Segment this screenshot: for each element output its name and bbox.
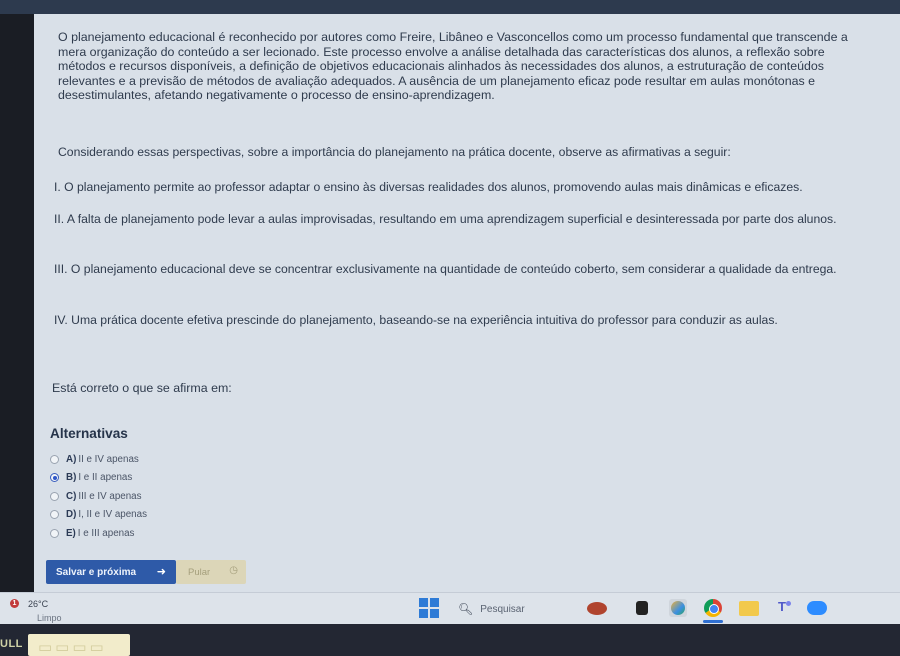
bezel-label: ULL xyxy=(0,638,23,650)
skip-button[interactable]: Pular ◷ xyxy=(176,560,246,584)
monitor-bottom-bezel xyxy=(0,624,900,656)
weather-temperature: 26°C xyxy=(28,599,49,609)
radio-button[interactable] xyxy=(50,510,59,520)
radio-button-selected[interactable] xyxy=(50,473,59,483)
weather-description: Limpo xyxy=(37,613,62,623)
monitor-top-bezel xyxy=(0,0,900,14)
radio-button[interactable] xyxy=(50,528,59,538)
alternatives-title: Alternativas xyxy=(50,426,128,441)
option-c[interactable]: C) III e IV apenas xyxy=(50,487,147,506)
weather-widget[interactable]: 1 26°C Limpo xyxy=(10,597,90,623)
widget-icon[interactable] xyxy=(585,599,619,617)
skip-label: Pular xyxy=(188,566,211,578)
save-next-label: Salvar e próxima xyxy=(56,566,137,578)
clock-icon: ◷ xyxy=(229,565,238,576)
statement-1: I. O planejamento permite ao professor a… xyxy=(54,180,803,194)
photos-icon[interactable] xyxy=(669,599,687,617)
save-next-button[interactable]: Salvar e próxima ➜ xyxy=(46,560,176,584)
radio-button[interactable] xyxy=(50,454,59,464)
alternatives-list: A) II e IV apenas B) I e II apenas C) II… xyxy=(50,450,147,543)
statement-2: II. A falta de planejamento pode levar a… xyxy=(54,212,837,226)
app-icon[interactable] xyxy=(636,601,648,615)
question-text: Está correto o que se afirma em: xyxy=(52,381,232,395)
taskbar-search[interactable]: 🔍︎ Pesquisar xyxy=(458,597,578,621)
option-text: I, II e IV apenas xyxy=(78,509,147,521)
option-letter: B) xyxy=(66,472,77,484)
zoom-icon[interactable] xyxy=(807,601,827,615)
option-text: I e II apenas xyxy=(78,472,133,484)
option-letter: C) xyxy=(66,490,77,502)
passage-text: O planejamento educacional é reconhecido… xyxy=(58,30,848,103)
statement-3: III. O planejamento educacional deve se … xyxy=(54,262,837,276)
option-e[interactable]: E) I e III apenas xyxy=(50,524,147,543)
search-icon: 🔍︎ xyxy=(458,602,474,616)
option-a[interactable]: A) II e IV apenas xyxy=(50,450,147,469)
statement-4: IV. Uma prática docente efetiva prescind… xyxy=(54,313,778,327)
active-app-indicator xyxy=(703,620,723,623)
question-page: O planejamento educacional é reconhecido… xyxy=(34,14,900,592)
weather-alert-icon: 1 xyxy=(10,599,19,608)
taskbar: 1 26°C Limpo 🔍︎ Pesquisar xyxy=(0,592,900,624)
option-text: III e IV apenas xyxy=(78,490,142,502)
option-letter: A) xyxy=(66,453,77,465)
windows-start-icon[interactable] xyxy=(419,598,439,618)
search-label: Pesquisar xyxy=(480,603,525,615)
option-text: II e IV apenas xyxy=(78,453,139,465)
file-explorer-icon[interactable] xyxy=(739,601,759,616)
radio-button[interactable] xyxy=(50,491,59,501)
option-b[interactable]: B) I e II apenas xyxy=(50,469,147,488)
option-d[interactable]: D) I, II e IV apenas xyxy=(50,506,147,525)
bezel-brand-logo: ▭▭▭▭ xyxy=(28,634,130,656)
arrow-icon: ➜ xyxy=(156,566,166,578)
prompt-text: Considerando essas perspectivas, sobre a… xyxy=(58,145,731,159)
option-letter: E) xyxy=(66,527,76,539)
option-letter: D) xyxy=(66,509,77,521)
teams-icon[interactable] xyxy=(775,599,793,617)
chrome-icon[interactable] xyxy=(704,599,722,617)
option-text: I e III apenas xyxy=(77,527,135,539)
